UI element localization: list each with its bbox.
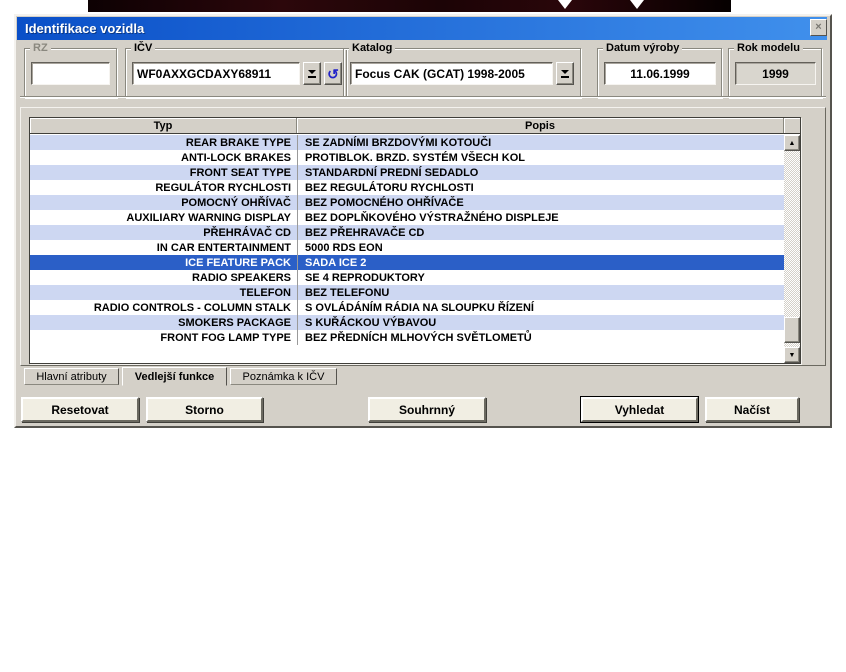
table-row[interactable]: IN CAR ENTERTAINMENT5000 RDS EON [30, 240, 784, 255]
cell-popis: BEZ PŘEDNÍCH MLHOVÝCH SVĚTLOMETŮ [297, 330, 784, 345]
icv-dropdown-button[interactable] [303, 62, 321, 85]
column-header-typ[interactable]: Typ [30, 118, 297, 133]
katalog-label: Katalog [349, 42, 395, 55]
cell-typ: ANTI-LOCK BRAKES [30, 150, 297, 165]
vyhledat-button[interactable]: Vyhledat [581, 397, 698, 422]
tab-hlavni-atributy[interactable]: Hlavní atributy [24, 368, 119, 385]
cell-typ: ICE FEATURE PACK [30, 255, 297, 270]
screen: Identifikace vozidla × RZ IČV WF0AXXGCDA… [0, 0, 846, 672]
scroll-up-icon: ▲ [789, 140, 796, 147]
cell-typ: TELEFON [30, 285, 297, 300]
cell-popis: SE ZADNÍMI BRZDOVÝMI KOTOUČI [297, 135, 784, 150]
table-row[interactable]: AUXILIARY WARNING DISPLAYBEZ DOPLŇKOVÉHO… [30, 210, 784, 225]
katalog-select[interactable]: Focus CAK (GCAT) 1998-2005 [350, 62, 553, 85]
rz-label: RZ [30, 42, 51, 55]
cell-popis: BEZ PŘEHRAVAČE CD [297, 225, 784, 240]
scroll-down-button[interactable]: ▼ [784, 347, 800, 363]
cell-popis: BEZ TELEFONU [297, 285, 784, 300]
cell-popis: PROTIBLOK. BRZD. SYSTÉM VŠECH KOL [297, 150, 784, 165]
cell-popis: 5000 RDS EON [297, 240, 784, 255]
cell-popis: S KUŘÁCKOU VÝBAVOU [297, 315, 784, 330]
katalog-value: Focus CAK (GCAT) 1998-2005 [355, 67, 525, 81]
cell-typ: AUXILIARY WARNING DISPLAY [30, 210, 297, 225]
cell-typ: RADIO SPEAKERS [30, 270, 297, 285]
resetovat-button[interactable]: Resetovat [21, 397, 139, 422]
cell-typ: REGULÁTOR RYCHLOSTI [30, 180, 297, 195]
icv-refresh-button[interactable]: ↺ [324, 62, 342, 85]
table-row[interactable]: SMOKERS PACKAGES KUŘÁCKOU VÝBAVOU [30, 315, 784, 330]
cell-popis: SADA ICE 2 [297, 255, 784, 270]
icv-input[interactable]: WF0AXXGCDAXY68911 [132, 62, 300, 85]
table-row[interactable]: FRONT SEAT TYPESTANDARDNÍ PREDNÍ SEDADLO [30, 165, 784, 180]
table-row[interactable]: REGULÁTOR RYCHLOSTIBEZ REGULÁTORU RYCHLO… [30, 180, 784, 195]
table-row[interactable]: ICE FEATURE PACKSADA ICE 2 [30, 255, 784, 270]
background-banner [88, 0, 731, 12]
dropdown-arrow-icon [308, 69, 317, 79]
table-row[interactable]: RADIO CONTROLS - COLUMN STALKS OVLÁDÁNÍM… [30, 300, 784, 315]
tab-poznamka-k-icv[interactable]: Poznámka k IČV [230, 368, 337, 385]
datum-vyroby-input[interactable]: 11.06.1999 [604, 62, 716, 85]
vertical-scrollbar[interactable]: ▲ ▼ [784, 135, 800, 363]
icv-value: WF0AXXGCDAXY68911 [137, 67, 271, 81]
table-row[interactable]: RADIO SPEAKERSSE 4 REPRODUKTORY [30, 270, 784, 285]
column-header-popis[interactable]: Popis [297, 118, 784, 133]
cell-popis: STANDARDNÍ PREDNÍ SEDADLO [297, 165, 784, 180]
scroll-up-button[interactable]: ▲ [784, 135, 800, 151]
table-row[interactable]: REAR BRAKE TYPESE ZADNÍMI BRZDOVÝMI KOTO… [30, 135, 784, 150]
table-row[interactable]: PŘEHRÁVAČ CDBEZ PŘEHRAVAČE CD [30, 225, 784, 240]
storno-button[interactable]: Storno [146, 397, 263, 422]
close-icon: × [815, 22, 821, 33]
rok-modelu-value: 1999 [762, 67, 789, 81]
katalog-group: Katalog Focus CAK (GCAT) 1998-2005 [343, 48, 581, 98]
attributes-grid: Typ Popis REAR BRAKE TYPESE ZADNÍMI BRZD… [29, 117, 801, 364]
grid-body: REAR BRAKE TYPESE ZADNÍMI BRZDOVÝMI KOTO… [30, 135, 784, 363]
scrollbar-thumb[interactable] [784, 317, 800, 343]
table-row[interactable]: ANTI-LOCK BRAKESPROTIBLOK. BRZD. SYSTÉM … [30, 150, 784, 165]
rz-input[interactable] [31, 62, 110, 85]
tab-vedlejsi-funkce[interactable]: Vedlejší funkce [122, 367, 227, 386]
table-panel: Typ Popis REAR BRAKE TYPESE ZADNÍMI BRZD… [20, 107, 826, 366]
cell-popis: S OVLÁDÁNÍM RÁDIA NA SLOUPKU ŘÍZENÍ [297, 300, 784, 315]
cell-popis: BEZ POMOCNÉHO OHŘÍVAČE [297, 195, 784, 210]
cell-popis: SE 4 REPRODUKTORY [297, 270, 784, 285]
banner-triangle-icon [558, 0, 572, 9]
cell-typ: REAR BRAKE TYPE [30, 135, 297, 150]
banner-triangle-icon [630, 0, 644, 9]
rok-modelu-label: Rok modelu [734, 42, 803, 55]
column-header-stub [784, 118, 800, 133]
close-button[interactable]: × [810, 19, 827, 36]
cell-typ: POMOCNÝ OHŘÍVAČ [30, 195, 297, 210]
titlebar[interactable]: Identifikace vozidla [17, 17, 827, 40]
table-row[interactable]: FRONT FOG LAMP TYPEBEZ PŘEDNÍCH MLHOVÝCH… [30, 330, 784, 345]
cell-typ: FRONT FOG LAMP TYPE [30, 330, 297, 345]
cell-typ: PŘEHRÁVAČ CD [30, 225, 297, 240]
cell-typ: IN CAR ENTERTAINMENT [30, 240, 297, 255]
souhrnny-button[interactable]: Souhrnný [368, 397, 486, 422]
icv-group: IČV WF0AXXGCDAXY68911 ↺ [125, 48, 347, 98]
table-row[interactable]: POMOCNÝ OHŘÍVAČBEZ POMOCNÉHO OHŘÍVAČE [30, 195, 784, 210]
vehicle-identification-dialog: Identifikace vozidla × RZ IČV WF0AXXGCDA… [14, 14, 832, 428]
cell-typ: FRONT SEAT TYPE [30, 165, 297, 180]
cell-typ: RADIO CONTROLS - COLUMN STALK [30, 300, 297, 315]
cell-typ: SMOKERS PACKAGE [30, 315, 297, 330]
scroll-down-icon: ▼ [789, 352, 796, 359]
refresh-icon: ↺ [327, 67, 339, 81]
rz-group: RZ [24, 48, 117, 98]
datum-vyroby-group: Datum výroby 11.06.1999 [597, 48, 722, 98]
katalog-dropdown-button[interactable] [556, 62, 574, 85]
rok-modelu-group: Rok modelu 1999 [728, 48, 822, 98]
rok-modelu-input: 1999 [735, 62, 816, 85]
nacist-button[interactable]: Načíst [705, 397, 799, 422]
datum-vyroby-value: 11.06.1999 [630, 67, 689, 81]
datum-vyroby-label: Datum výroby [603, 42, 682, 55]
separator-line [20, 96, 826, 98]
dialog-title: Identifikace vozidla [17, 21, 144, 36]
cell-popis: BEZ DOPLŇKOVÉHO VÝSTRAŽNÉHO DISPLEJE [297, 210, 784, 225]
table-row[interactable]: TELEFONBEZ TELEFONU [30, 285, 784, 300]
dropdown-arrow-icon [561, 69, 570, 79]
grid-header: Typ Popis [30, 118, 800, 134]
icv-label: IČV [131, 42, 155, 55]
cell-popis: BEZ REGULÁTORU RYCHLOSTI [297, 180, 784, 195]
